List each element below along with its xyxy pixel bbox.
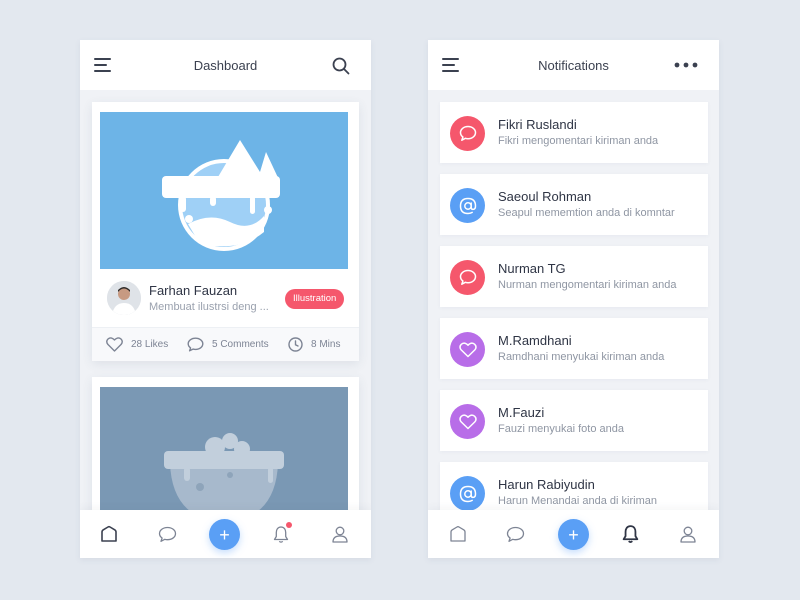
notification-sender: Fikri Ruslandi xyxy=(498,117,577,132)
notification-sender: M.Fauzi xyxy=(498,405,545,420)
search-icon[interactable] xyxy=(331,56,351,76)
notification-item[interactable]: M.Fauzi Fauzi menyukai foto anda xyxy=(440,390,708,451)
notifications-screen: Notifications Fikri Ruslandi Fikri mengom… xyxy=(428,40,719,558)
bottom-nav: + xyxy=(80,510,371,558)
notification-sender: M.Ramdhani xyxy=(498,333,572,348)
comment-icon xyxy=(450,260,485,295)
notification-text: Fikri mengomentari kiriman anda xyxy=(498,135,659,147)
notification-sender: Saeoul Rohman xyxy=(498,189,592,204)
post-card[interactable]: Farhan Fauzan Membuat ilustrsi deng ... … xyxy=(92,102,359,361)
home-icon[interactable] xyxy=(446,522,470,546)
heart-icon xyxy=(450,332,485,367)
post-time: 8 Mins xyxy=(311,339,341,350)
post-description: Membuat ilustrsi deng ... xyxy=(149,301,269,313)
notification-text: Ramdhani menyukai kiriman anda xyxy=(498,351,665,363)
add-button[interactable]: + xyxy=(558,519,589,550)
post-illustration xyxy=(100,112,348,269)
notification-text: Nurman mengomentari kiriman anda xyxy=(498,279,677,291)
comment-icon xyxy=(187,337,204,352)
likes-count: 28 Likes xyxy=(131,339,169,350)
notification-sender: Harun Rabiyudin xyxy=(498,477,595,492)
post-stats: 28 Likes 5 Comments 8 Mins xyxy=(92,327,359,361)
comment-icon xyxy=(450,116,485,151)
notifications-header: Notifications xyxy=(428,40,719,90)
add-button[interactable]: + xyxy=(209,519,240,550)
dashboard-screen: Dashboard Farhan Fauzan Membuat ilustrsi… xyxy=(80,40,371,558)
at-icon xyxy=(450,476,485,511)
more-dots-icon[interactable] xyxy=(672,60,700,70)
notification-item[interactable]: Saeoul Rohman Seapul mememtion anda di ko… xyxy=(440,174,708,235)
notification-text: Fauzi menyukai foto anda xyxy=(498,423,624,435)
chat-icon[interactable] xyxy=(503,522,527,546)
author-name[interactable]: Farhan Fauzan xyxy=(149,283,237,298)
clock-icon xyxy=(288,337,303,352)
comments-count: 5 Comments xyxy=(212,339,269,350)
profile-icon[interactable] xyxy=(676,522,700,546)
bottom-nav: + xyxy=(428,510,719,558)
notification-item[interactable]: M.Ramdhani Ramdhani menyukai kiriman anda xyxy=(440,318,708,379)
category-tag[interactable]: Illustration xyxy=(285,289,345,309)
notification-dot xyxy=(286,522,292,528)
heart-icon xyxy=(106,337,123,352)
bell-icon[interactable] xyxy=(618,522,642,546)
notification-text: Seapul mememtion anda di komntar xyxy=(498,207,675,219)
notification-item[interactable]: Fikri Ruslandi Fikri mengomentari kiriman… xyxy=(440,102,708,163)
comments-stat[interactable]: 5 Comments xyxy=(187,337,269,352)
avatar[interactable] xyxy=(107,281,141,315)
notification-sender: Nurman TG xyxy=(498,261,566,276)
heart-icon xyxy=(450,404,485,439)
time-stat: 8 Mins xyxy=(288,337,340,352)
bell-icon[interactable] xyxy=(269,522,293,546)
home-icon[interactable] xyxy=(97,522,121,546)
likes-stat[interactable]: 28 Likes xyxy=(106,337,168,352)
at-icon xyxy=(450,188,485,223)
dashboard-header: Dashboard xyxy=(80,40,371,90)
chat-icon[interactable] xyxy=(155,522,179,546)
notification-item[interactable]: Nurman TG Nurman mengomentari kiriman and… xyxy=(440,246,708,307)
notification-text: Harun Menandai anda di kiriman xyxy=(498,495,657,507)
profile-icon[interactable] xyxy=(328,522,352,546)
page-title: Dashboard xyxy=(193,58,258,73)
